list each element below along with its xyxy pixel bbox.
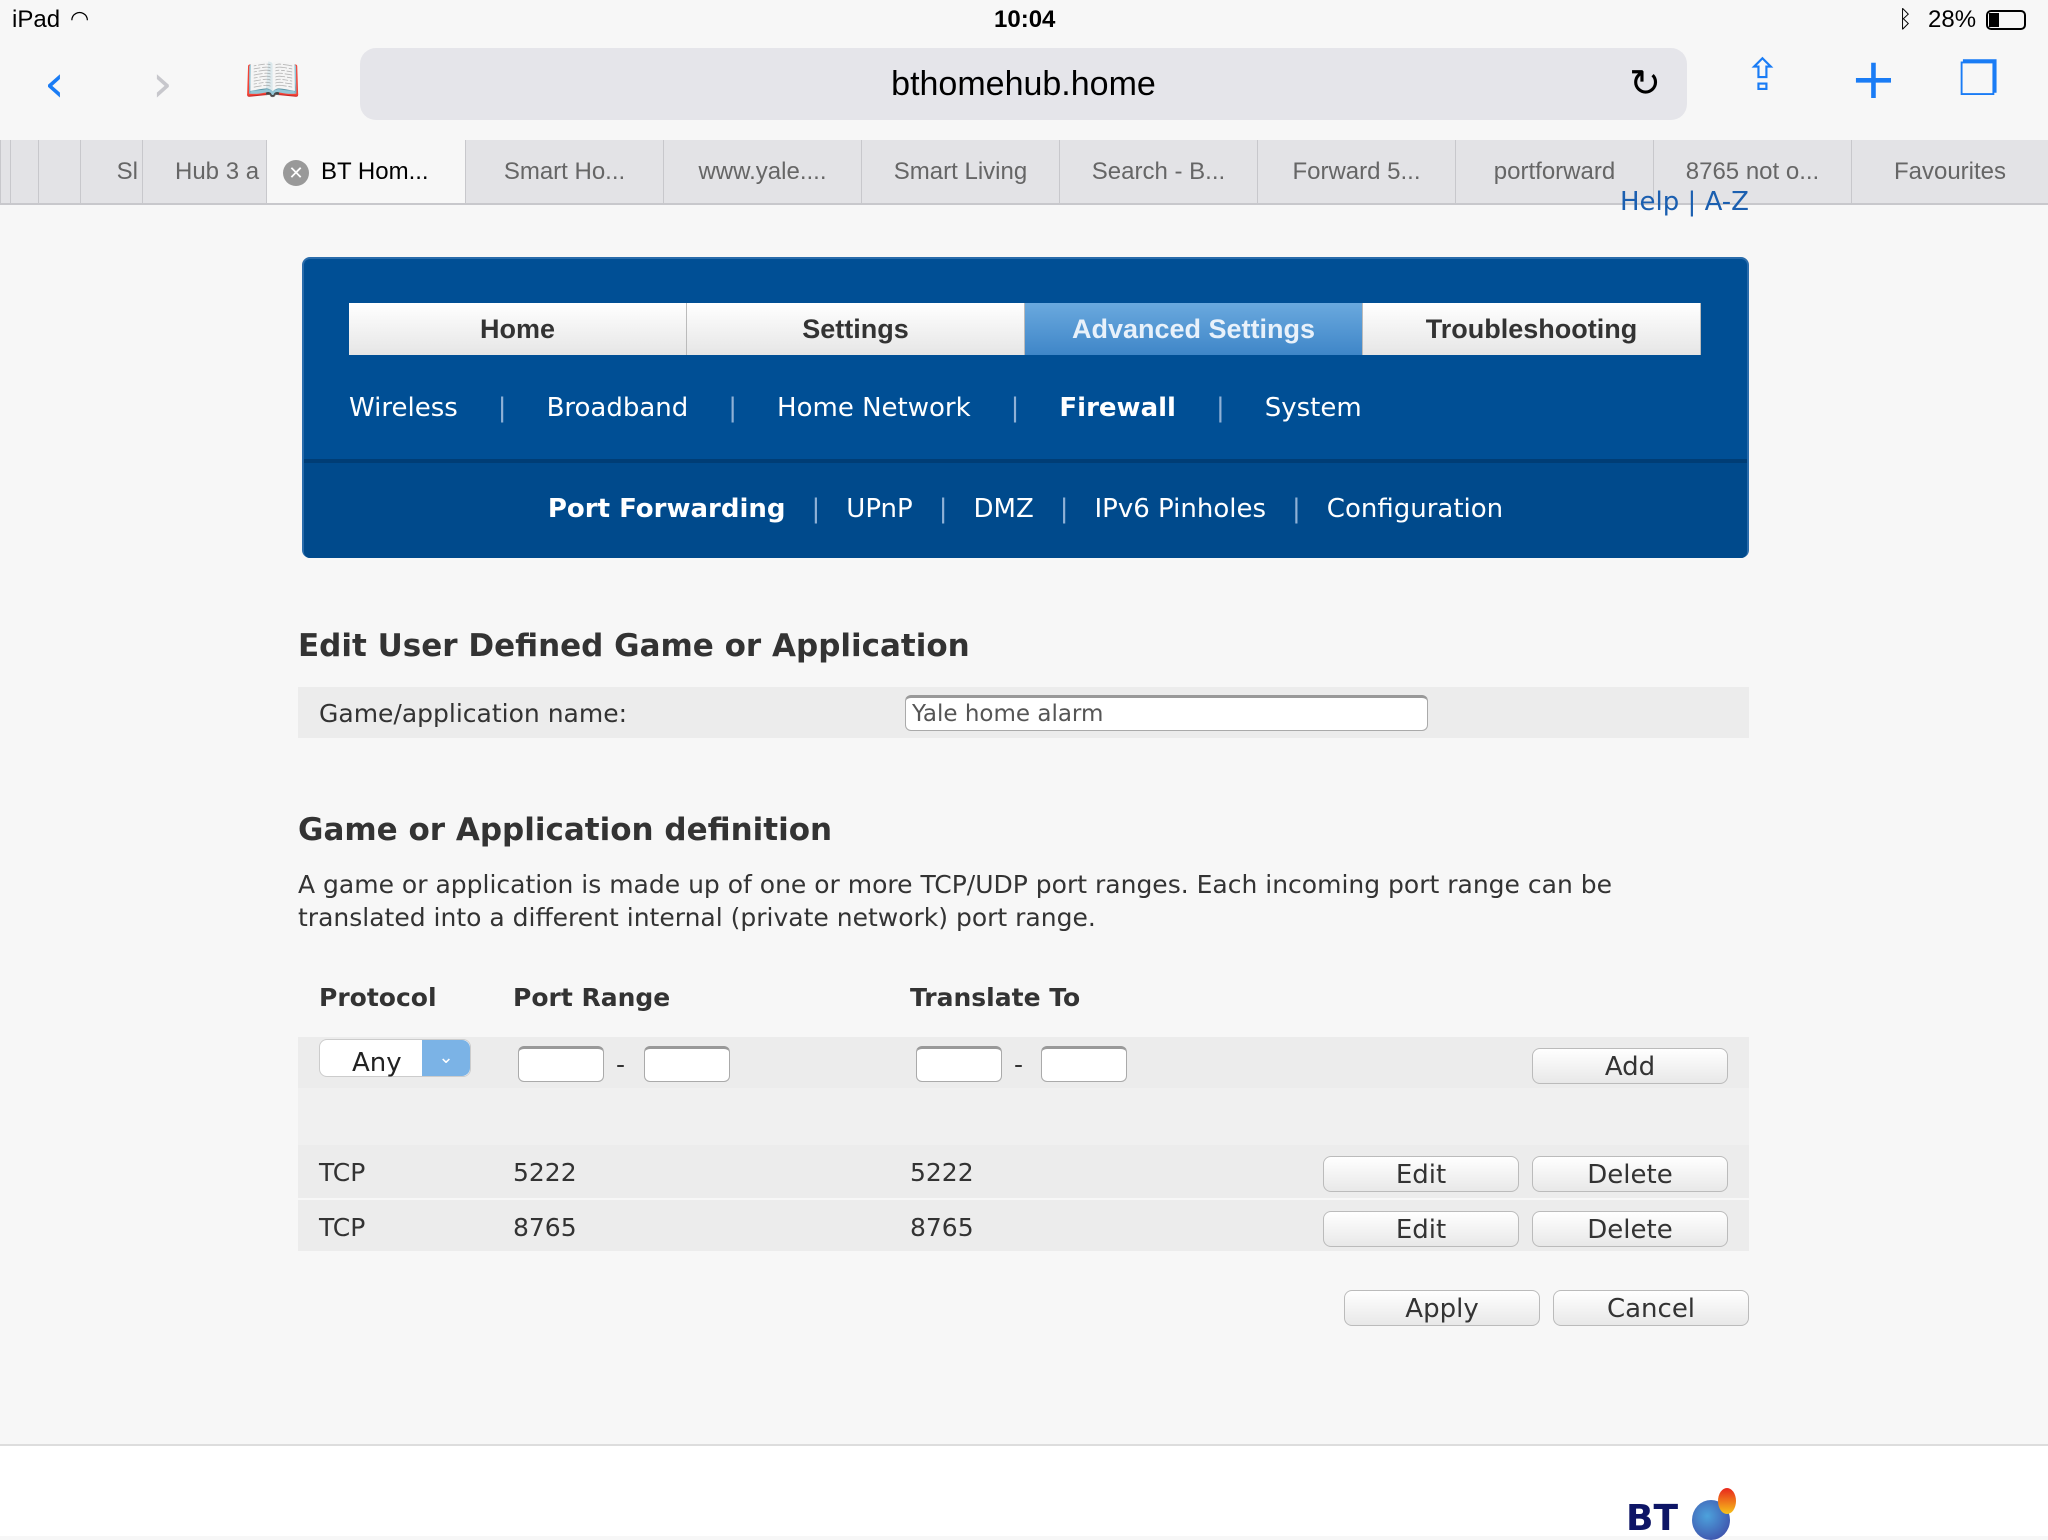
row-protocol: TCP [319, 1158, 366, 1187]
protocol-select[interactable]: Any ⌄ [319, 1039, 471, 1078]
tab-settings[interactable]: Settings [687, 303, 1025, 355]
wifi-icon: ◠ [70, 6, 90, 31]
browser-chrome: iPad ◠ 10:04 ᛒ 28% ‹ › 📖 bthomehub.home … [0, 0, 2048, 140]
add-button[interactable]: Add [1532, 1048, 1728, 1084]
help-link[interactable]: Help [1620, 190, 1679, 217]
back-icon[interactable]: ‹ [44, 58, 65, 110]
tabs-icon[interactable]: ❐ [1958, 56, 1999, 102]
bt-logo: BT [1620, 1486, 1750, 1540]
dash: - [616, 1050, 626, 1079]
definition-desc-1: A game or application is made up of one … [298, 870, 1612, 899]
edit-button[interactable]: Edit [1323, 1211, 1519, 1247]
row-protocol: TCP [319, 1213, 366, 1242]
translate-start-input[interactable] [916, 1046, 1002, 1082]
bookmarks-icon[interactable]: 📖 [244, 56, 301, 102]
protocol-value: Any [352, 1048, 402, 1078]
nav-upnp[interactable]: UPnP [846, 494, 912, 524]
nav-configuration[interactable]: Configuration [1327, 494, 1503, 524]
bt-logo-text: BT [1626, 1498, 1678, 1539]
battery-level: 28% [1928, 6, 1977, 33]
nav-ipv6-pinholes[interactable]: IPv6 Pinholes [1095, 494, 1267, 524]
address-bar[interactable]: bthomehub.home ↻ [360, 48, 1687, 120]
row-translate: 8765 [910, 1213, 974, 1242]
tab-advanced-settings[interactable]: Advanced Settings [1025, 303, 1363, 355]
tab-troubleshooting[interactable]: Troubleshooting [1363, 303, 1701, 355]
row-translate: 5222 [910, 1158, 974, 1187]
tab-favourites[interactable]: Favourites [1851, 140, 2048, 203]
tab[interactable]: Search - B... [1059, 140, 1257, 203]
name-input[interactable] [905, 695, 1428, 731]
chevron-down-icon[interactable]: ⌄ [422, 1040, 470, 1076]
delete-button[interactable]: Delete [1532, 1211, 1728, 1247]
definition-desc-2: translated into a different internal (pr… [298, 903, 1096, 932]
help-links: Help | A-Z [1620, 190, 1749, 220]
dash: - [1014, 1050, 1024, 1079]
cancel-button[interactable]: Cancel [1553, 1290, 1749, 1326]
sub-nav: Wireless | Broadband | Home Network | Firew… [349, 393, 1362, 423]
port-start-input[interactable] [518, 1046, 604, 1082]
tab[interactable]: Hub 3 a [142, 140, 266, 203]
tab[interactable]: Sl [80, 140, 142, 203]
nav-system[interactable]: System [1265, 393, 1362, 423]
reload-icon[interactable]: ↻ [1629, 48, 1661, 120]
tab-active[interactable]: ✕ BT Hom... [266, 140, 465, 203]
forward-icon[interactable]: › [152, 58, 173, 110]
port-end-input[interactable] [644, 1046, 730, 1082]
sub-sub-nav: Port Forwarding | UPnP | DMZ | IPv6 Pinhole… [547, 494, 1504, 524]
delete-button[interactable]: Delete [1532, 1156, 1728, 1192]
bluetooth-icon: ᛒ [1898, 6, 1913, 33]
edit-title: Edit User Defined Game or Application [298, 628, 970, 664]
spacer-row [298, 1088, 1749, 1145]
new-tab-icon[interactable]: + [1850, 52, 1897, 108]
tab[interactable]: Smart Ho... [465, 140, 663, 203]
col-translate-to: Translate To [910, 983, 1081, 1012]
nav-home-network[interactable]: Home Network [777, 393, 971, 423]
nav-wireless[interactable]: Wireless [349, 393, 458, 423]
device-name: iPad [12, 6, 61, 33]
apply-button[interactable]: Apply [1344, 1290, 1540, 1326]
battery-icon [1986, 10, 2026, 30]
definition-title: Game or Application definition [298, 812, 833, 848]
row-port: 5222 [513, 1158, 577, 1187]
edit-button[interactable]: Edit [1323, 1156, 1519, 1192]
nav-broadband[interactable]: Broadband [547, 393, 689, 423]
router-nav: Home Settings Advanced Settings Troubles… [302, 257, 1749, 558]
name-label: Game/application name: [319, 699, 628, 728]
clock: 10:04 [994, 6, 1056, 33]
tab-home[interactable]: Home [349, 303, 687, 355]
tab[interactable]: www.yale.... [663, 140, 861, 203]
separator: | [1687, 190, 1697, 217]
tab-label: BT Hom... [321, 158, 429, 185]
tab[interactable]: Smart Living [861, 140, 1059, 203]
nav-port-forwarding[interactable]: Port Forwarding [548, 494, 786, 524]
col-port-range: Port Range [513, 983, 671, 1012]
share-icon[interactable]: ⇪ [1744, 54, 1781, 98]
close-tab-icon[interactable]: ✕ [283, 160, 309, 186]
tab[interactable]: Forward 5... [1257, 140, 1455, 203]
nav-dmz[interactable]: DMZ [973, 494, 1033, 524]
nav-firewall[interactable]: Firewall [1059, 393, 1176, 423]
col-protocol: Protocol [319, 983, 437, 1012]
url-text: bthomehub.home [891, 65, 1156, 103]
translate-end-input[interactable] [1041, 1046, 1127, 1082]
az-link[interactable]: A-Z [1705, 190, 1749, 217]
row-port: 8765 [513, 1213, 577, 1242]
